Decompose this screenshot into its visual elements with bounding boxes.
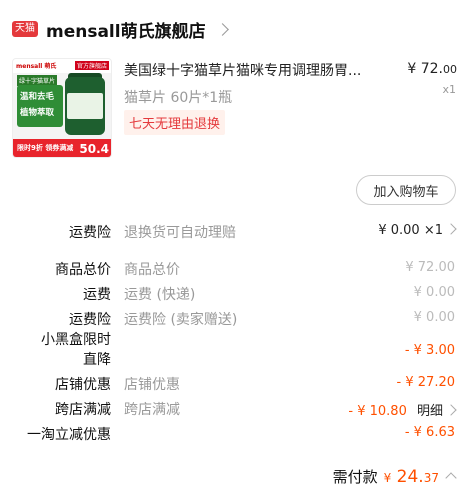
store-header[interactable]: 天猫 mensall萌氏旗舰店 xyxy=(12,14,229,44)
product-image-flag: 官方旗舰店 xyxy=(74,61,109,70)
etao-discount-row: 一淘立减优惠 - ¥ 6.63 xyxy=(27,425,455,443)
cross-store-discount-row[interactable]: 跨店满减 跨店满减 - ¥ 10.80 明细 xyxy=(0,399,469,423)
product-image[interactable]: mensall 萌氏 官方旗舰店 绿十字猫草片 温和去毛 植物萃取 限时9折 领… xyxy=(12,58,112,158)
store-discount-row: 店铺优惠 店铺优惠 - ¥ 27.20 xyxy=(55,375,455,393)
product-image-price: 50.4 xyxy=(79,142,109,156)
product-spec[interactable]: 猫草片 60片*1瓶 xyxy=(124,87,232,107)
store-name[interactable]: mensall萌氏旗舰店 xyxy=(46,17,206,42)
tmall-badge: 天猫 xyxy=(12,21,38,37)
total-payable[interactable]: 需付款 ¥ 24.37 xyxy=(333,466,457,487)
add-to-cart-button[interactable]: 加入购物车 xyxy=(356,175,456,205)
shipping-fee-row: 运费 运费 (快递) ¥ 0.00 xyxy=(83,285,455,303)
goods-total-row: 商品总价 商品总价 ¥ 72.00 xyxy=(55,260,455,278)
shipping-insurance-row[interactable]: 运费险 退换货可自动理赔 ¥ 0.00 ×1 xyxy=(0,222,469,246)
chevron-up-icon[interactable] xyxy=(445,472,457,484)
chevron-right-icon[interactable] xyxy=(215,22,229,36)
quantity: x1 xyxy=(442,83,456,96)
details-link[interactable]: 明细 xyxy=(417,404,443,419)
unit-price: ¥ 72.00 xyxy=(407,61,457,77)
chevron-right-icon[interactable] xyxy=(445,404,457,416)
product-title[interactable]: 美国绿十字猫草片猫咪专用调理肠胃... xyxy=(124,60,394,80)
chevron-right-icon xyxy=(445,223,457,235)
product-image-brand: mensall 萌氏 xyxy=(16,63,57,70)
product-image-feature: 温和去毛 植物萃取 xyxy=(17,85,63,127)
return-policy-tag: 七天无理由退换 xyxy=(124,110,226,135)
flash-discount-row: - ¥ 3.00 xyxy=(404,343,455,358)
